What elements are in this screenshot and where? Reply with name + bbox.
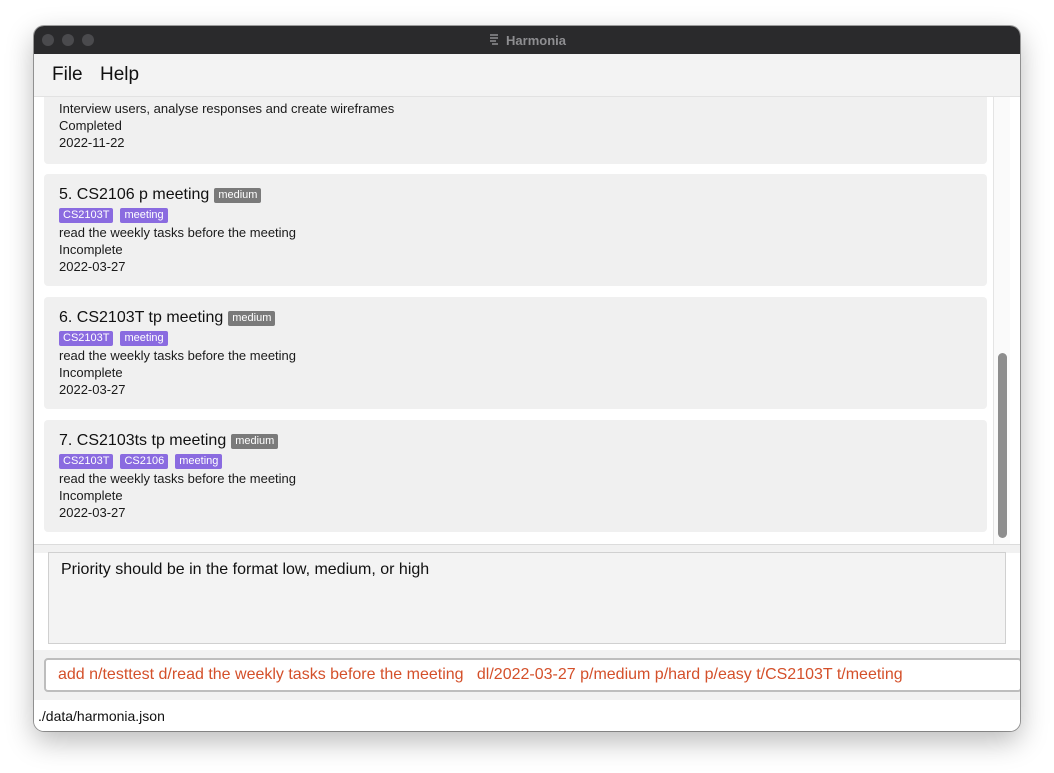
task-status: Incomplete <box>59 242 123 257</box>
tag-row: CS2103T meeting <box>59 331 175 346</box>
scrollbar-thumb[interactable] <box>998 353 1007 538</box>
tag-chip: CS2103T <box>59 454 114 469</box>
task-deadline: 2022-03-27 <box>59 505 126 520</box>
task-title: 7. CS2103ts tp meeting <box>59 432 227 449</box>
app-window: Harmonia File Help Interview users, anal… <box>34 26 1020 731</box>
command-input[interactable] <box>44 658 1020 692</box>
tag-chip: CS2103T <box>59 208 114 223</box>
menu-help[interactable]: Help <box>96 60 143 90</box>
task-description: read the weekly tasks before the meeting <box>59 225 297 240</box>
tag-row: CS2103T CS2106 meeting <box>59 454 229 469</box>
command-box <box>34 650 1020 700</box>
data-file-path: ./data/harmonia.json <box>38 708 165 724</box>
task-card[interactable]: 6. CS2103T tp meeting medium CS2103T mee… <box>44 297 987 409</box>
task-card[interactable]: 5. CS2106 p meeting medium CS2103T meeti… <box>44 174 987 286</box>
task-status: Incomplete <box>59 365 123 380</box>
task-description: Interview users, analyse responses and c… <box>59 101 395 116</box>
task-title-row: 5. CS2106 p meeting medium <box>59 186 262 204</box>
priority-badge: medium <box>231 433 279 449</box>
task-deadline: 2022-11-22 <box>59 135 125 150</box>
tag-chip: meeting <box>175 454 223 469</box>
task-title: 6. CS2103T tp meeting <box>59 309 224 326</box>
task-list[interactable]: Interview users, analyse responses and c… <box>34 97 1020 544</box>
priority-badge: medium <box>228 310 276 326</box>
task-title: 5. CS2106 p meeting <box>59 186 210 203</box>
task-description: read the weekly tasks before the meeting <box>59 348 297 363</box>
task-deadline: 2022-03-27 <box>59 259 126 274</box>
menu-bar: File Help <box>34 54 1020 97</box>
task-description: read the weekly tasks before the meeting <box>59 471 297 486</box>
result-display: Priority should be in the format low, me… <box>48 552 1006 644</box>
title-bar: Harmonia <box>34 26 1020 54</box>
status-bar: ./data/harmonia.json <box>34 706 1020 731</box>
harmonia-app-icon <box>490 34 499 45</box>
task-card[interactable]: Interview users, analyse responses and c… <box>44 97 987 164</box>
window-title-group: Harmonia <box>34 26 1020 54</box>
tag-row: CS2103T meeting <box>59 208 175 223</box>
menu-file[interactable]: File <box>48 60 87 90</box>
task-status: Completed <box>59 118 122 133</box>
task-title-row: 7. CS2103ts tp meeting medium <box>59 432 279 450</box>
task-deadline: 2022-03-27 <box>59 382 126 397</box>
result-message: Priority should be in the format low, me… <box>61 561 430 578</box>
window-title: Harmonia <box>506 32 566 48</box>
tag-chip: CS2106 <box>120 454 169 469</box>
tag-chip: meeting <box>120 208 168 223</box>
task-status: Incomplete <box>59 488 123 503</box>
priority-badge: medium <box>214 187 262 203</box>
task-card[interactable]: 7. CS2103ts tp meeting medium CS2103T CS… <box>44 420 987 532</box>
tag-chip: CS2103T <box>59 331 114 346</box>
task-title-row: 6. CS2103T tp meeting medium <box>59 309 276 327</box>
tag-chip: meeting <box>120 331 168 346</box>
task-list-scrollbar[interactable] <box>993 97 1010 544</box>
